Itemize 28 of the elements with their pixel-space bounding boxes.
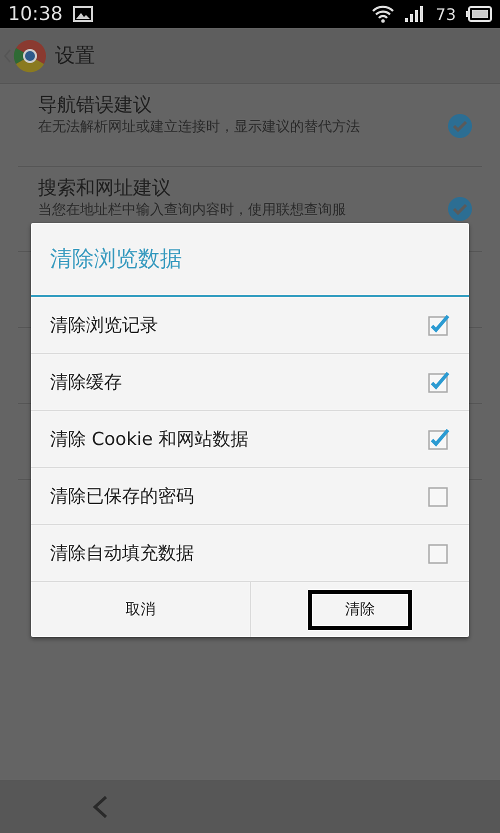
setting-summary: 在无法解析网址或建立连接时，显示建议的替代方法 <box>38 118 361 137</box>
setting-title: 搜索和网址建议 <box>38 176 172 201</box>
back-icon[interactable] <box>92 794 108 818</box>
option-label[interactable]: 清除已保存的密码 <box>50 484 194 508</box>
option-label[interactable]: 清除自动填充数据 <box>50 541 194 565</box>
checked-circle-icon[interactable] <box>448 114 472 138</box>
option-label[interactable]: 清除浏览记录 <box>50 313 158 337</box>
wifi-icon <box>372 5 394 23</box>
option-label[interactable]: 清除缓存 <box>50 370 122 394</box>
checkbox[interactable] <box>428 314 450 336</box>
checkbox[interactable] <box>428 428 450 450</box>
browser-logo-icon <box>13 38 47 72</box>
picture-icon <box>72 6 93 22</box>
clock: 10:38 <box>8 3 63 25</box>
checked-circle-icon[interactable] <box>448 197 472 221</box>
dialog-title: 清除浏览数据 <box>31 223 469 297</box>
battery-level: 73 <box>436 4 456 24</box>
checkbox[interactable] <box>428 485 450 507</box>
checkbox[interactable] <box>428 371 450 393</box>
setting-title: 导航错误建议 <box>38 93 153 118</box>
dialog-button[interactable]: 清除 <box>250 582 469 637</box>
setting-summary: 当您在地址栏中输入查询内容时，使用联想查询服 <box>38 201 347 220</box>
battery-icon <box>466 6 492 22</box>
checkbox[interactable] <box>428 542 450 564</box>
screen-title: 设置 <box>55 42 95 69</box>
option-label[interactable]: 清除 Cookie 和网站数据 <box>50 427 249 451</box>
dialog-button[interactable]: 取消 <box>31 582 250 637</box>
signal-icon <box>404 6 426 22</box>
